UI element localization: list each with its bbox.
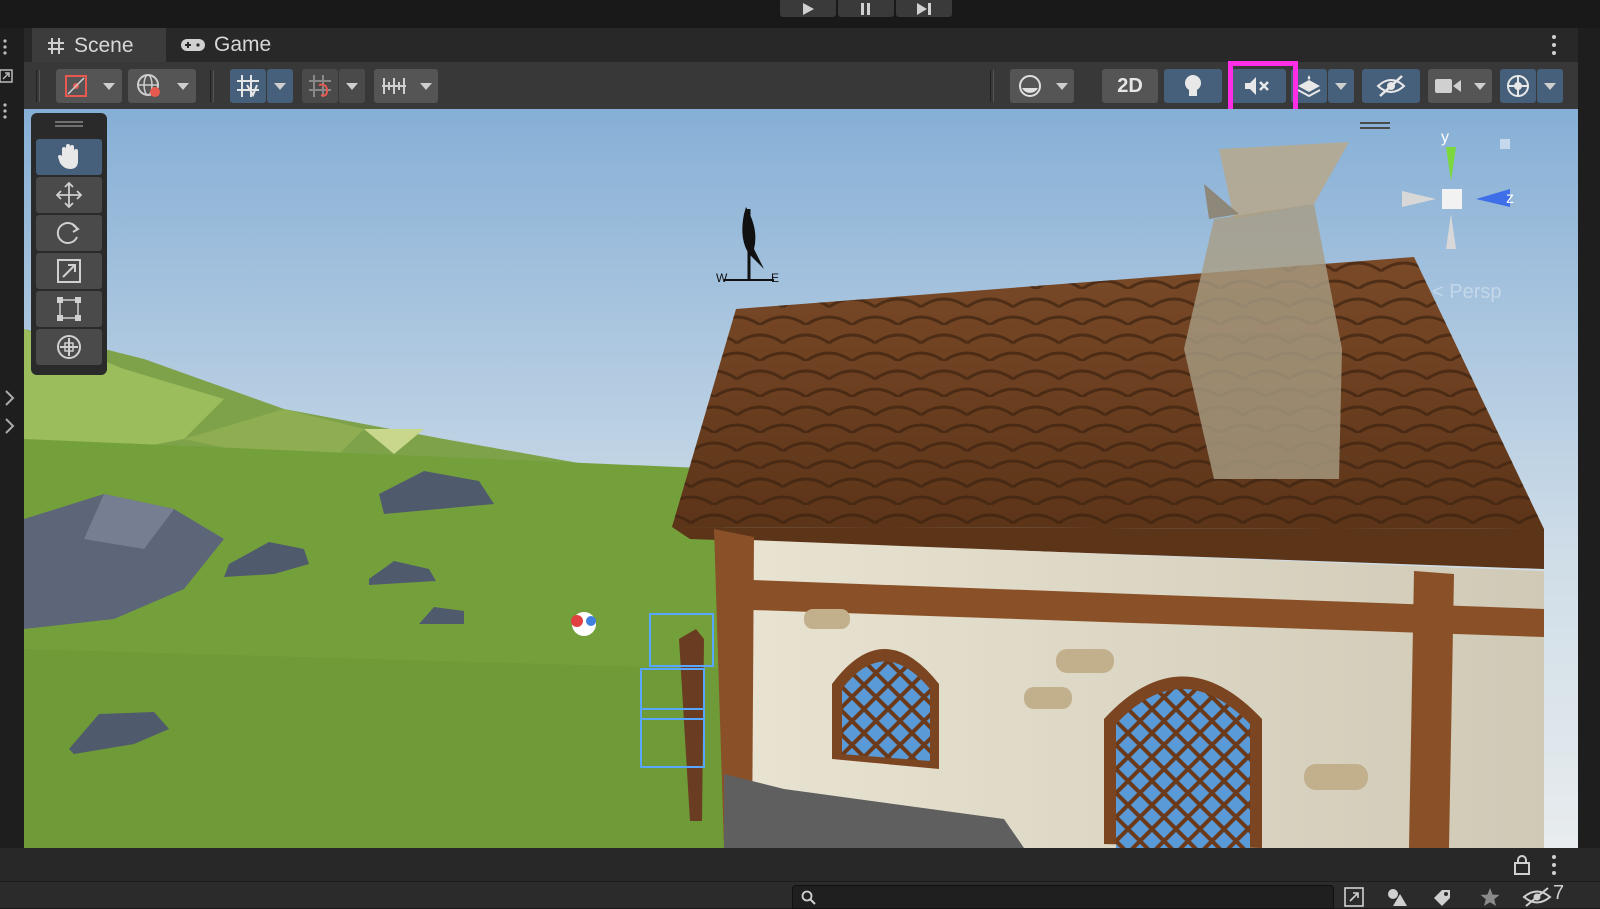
global-local-dropdown[interactable] <box>128 69 196 103</box>
rotate-icon <box>56 222 80 244</box>
step-button[interactable] <box>896 0 952 17</box>
eye-hidden-icon <box>1376 75 1406 97</box>
scale-tool-button[interactable] <box>36 253 102 289</box>
increment-snap-icon <box>309 75 331 97</box>
grid-snap-dropdown[interactable] <box>267 69 293 103</box>
shading-mode-dropdown[interactable] <box>1010 69 1074 103</box>
weathervane-west-label: W <box>716 271 728 285</box>
star-icon[interactable] <box>1479 886 1501 908</box>
gizmo-y-label: y <box>1441 129 1449 146</box>
tab-game[interactable]: Game <box>166 28 286 62</box>
scene-visibility-button[interactable] <box>1362 69 1420 103</box>
pause-button[interactable] <box>838 0 894 17</box>
projection-toggle[interactable]: < Persp <box>1432 281 1501 304</box>
2d-mode-button[interactable]: 2D <box>1102 69 1158 103</box>
move-tool-button[interactable] <box>36 177 102 213</box>
chevron-down-icon <box>420 82 432 90</box>
tag-icon[interactable] <box>1430 886 1454 908</box>
gizmo-z-label: z <box>1506 190 1514 207</box>
grid-snap-button[interactable] <box>230 69 266 103</box>
draw-mode-dropdown[interactable] <box>56 69 122 103</box>
chevron-down-icon <box>274 82 286 90</box>
lighting-toggle-button[interactable] <box>1164 69 1222 103</box>
increment-snap-button[interactable] <box>302 69 338 103</box>
scene-search-icon[interactable] <box>1343 886 1365 908</box>
scale-icon <box>57 259 81 283</box>
effects-layers-icon <box>1297 75 1321 98</box>
chevron-down-icon <box>1055 82 1068 90</box>
ruler-dropdown[interactable] <box>374 69 438 103</box>
highlight-box <box>1228 61 1298 114</box>
chevron-down-icon <box>346 82 358 90</box>
transform-tool-button[interactable] <box>36 329 102 365</box>
scene-toolbar: 2D <box>24 62 1578 110</box>
chevron-right-icon[interactable] <box>0 388 24 408</box>
transform-icon <box>57 335 81 359</box>
chevron-down-icon <box>1544 82 1556 90</box>
increment-snap-dropdown[interactable] <box>339 69 365 103</box>
hand-icon <box>58 144 78 169</box>
chevron-down-icon <box>176 82 189 90</box>
grid-snap-icon <box>237 75 259 98</box>
chevron-down-icon <box>102 82 115 90</box>
right-panel-strip <box>1578 28 1600 848</box>
search-icon <box>801 890 816 905</box>
gizmos-dropdown[interactable] <box>1537 69 1563 103</box>
tab-label: Scene <box>74 34 134 57</box>
pause-icon <box>861 2 870 15</box>
drag-handle-icon[interactable] <box>31 117 107 131</box>
lock-icon[interactable] <box>1512 854 1532 876</box>
kebab-menu-icon[interactable] <box>1548 853 1560 877</box>
gamepad-icon <box>181 39 205 51</box>
maximize-icon[interactable] <box>0 68 24 88</box>
draw-mode-icon <box>64 75 87 97</box>
tools-overlay <box>31 113 107 375</box>
hand-tool-button[interactable] <box>36 139 102 175</box>
camera-settings-dropdown[interactable] <box>1428 69 1492 103</box>
rotate-tool-button[interactable] <box>36 215 102 251</box>
hidden-objects-icon[interactable] <box>1522 886 1552 908</box>
toolbar-separator <box>990 70 994 102</box>
rect-tool-button[interactable] <box>36 291 102 327</box>
left-panel-strip <box>0 28 25 848</box>
kebab-menu-icon[interactable] <box>0 36 24 58</box>
ruler-icon <box>382 78 406 94</box>
scene-viewport[interactable]: y z W E <box>24 109 1578 848</box>
lightbulb-icon <box>1185 75 1201 96</box>
move-arrows-icon <box>55 181 83 209</box>
gizmos-toggle-button[interactable] <box>1500 69 1536 103</box>
shaded-sphere-icon <box>1018 75 1041 97</box>
tab-scene[interactable]: Scene <box>32 28 166 62</box>
tab-bar: Scene Game <box>24 28 1578 62</box>
toolbar-separator <box>36 70 40 102</box>
tab-label: Game <box>214 33 272 56</box>
rect-transform-icon <box>57 297 81 321</box>
search-field[interactable] <box>792 885 1334 909</box>
filter-type-icon[interactable] <box>1385 886 1411 908</box>
scene-render <box>24 109 1578 848</box>
toolbar-separator <box>210 70 214 102</box>
grid-hash-icon <box>48 38 64 54</box>
gizmo-globe-icon <box>1507 75 1529 97</box>
play-icon <box>803 2 814 15</box>
kebab-menu-icon[interactable] <box>1546 32 1562 58</box>
camera-icon <box>1435 79 1461 93</box>
chevron-right-icon[interactable] <box>0 416 24 436</box>
effects-dropdown[interactable] <box>1328 69 1354 103</box>
step-icon <box>917 2 931 15</box>
kebab-menu-icon[interactable] <box>0 100 24 122</box>
weathervane-east-label: E <box>771 271 780 285</box>
globe-icon <box>136 74 160 97</box>
play-button[interactable] <box>780 0 836 17</box>
hierarchy-header-bar <box>0 848 1600 881</box>
chevron-down-icon <box>1335 82 1347 90</box>
play-controls <box>780 0 952 17</box>
chevron-down-icon <box>1474 82 1486 90</box>
hidden-objects-count: 7 <box>1553 882 1565 904</box>
